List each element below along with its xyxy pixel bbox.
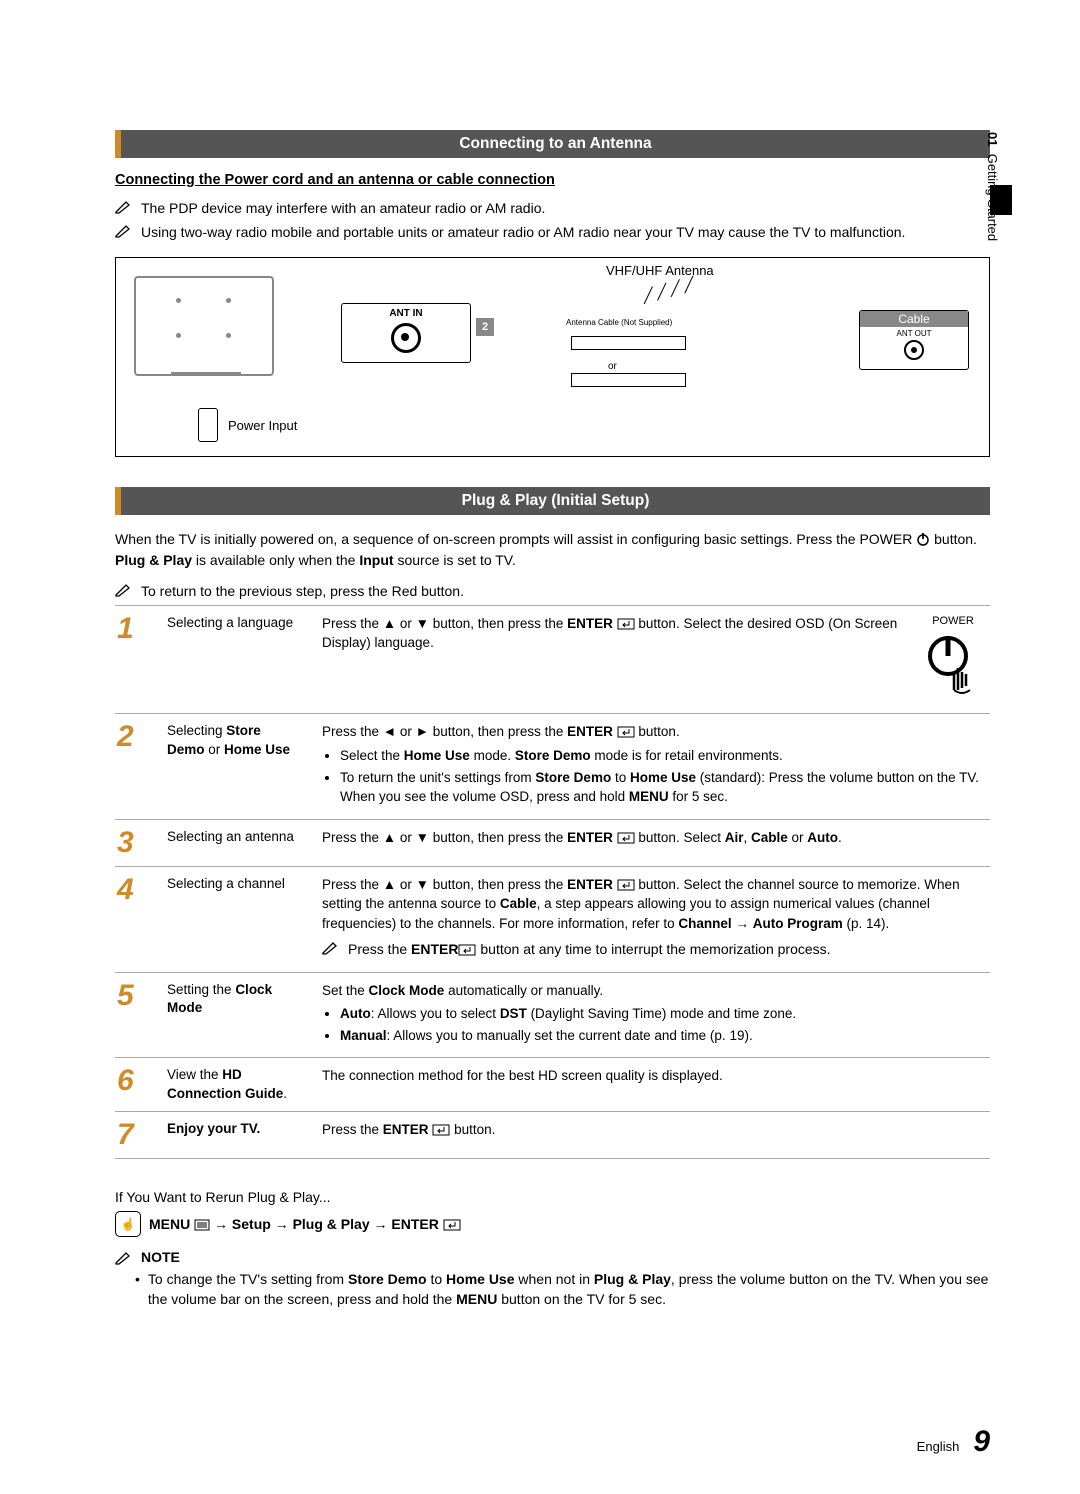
step-number: 6 [117,1066,147,1096]
step-title: View the HD Connection Guide. [167,1066,302,1102]
connector-icon [571,373,686,387]
cable-box: Cable ANT OUT [859,310,969,370]
enter-icon [617,832,635,844]
enter-icon [443,1219,461,1231]
note-text: Using two-way radio mobile and portable … [141,222,905,242]
note-heading: NOTE [115,1249,990,1265]
note-bullet: • To change the TV's setting from Store … [135,1269,990,1310]
cable-label: Cable [860,311,968,327]
step-number: 5 [117,981,147,1011]
section-heading-plug-play: Plug & Play (Initial Setup) [115,487,990,515]
menu-path: ☝ MENU → Setup → Plug & Play → ENTER [115,1211,990,1237]
menu-icon [194,1219,210,1231]
power-press-icon [918,630,988,700]
section-heading-antenna: Connecting to an Antenna [115,130,990,158]
tab-marker [990,185,1012,215]
step-body: Press the ◄ or ► button, then press the … [322,722,988,810]
step-2-marker: 2 [476,318,494,336]
step-number: 1 [117,614,147,644]
connector-icon [571,336,686,350]
pen-icon [115,224,133,238]
page-footer: English 9 [917,1425,990,1459]
power-plug-icon [198,408,218,442]
note-text: The PDP device may interfere with an ama… [141,198,545,218]
step-body: POWER Press the ▲ or ▼ button, then pres… [322,614,988,706]
ant-in-port: ANT IN [341,303,471,363]
subheading-power-antenna: Connecting the Power cord and an antenna… [115,172,990,188]
power-label: POWER [918,614,988,630]
step-title: Selecting a channel [167,875,302,893]
rerun-heading: If You Want to Rerun Plug & Play... [115,1189,990,1205]
enter-icon [617,618,635,630]
enter-icon [617,726,635,738]
step-body: Set the Clock Mode automatically or manu… [322,981,988,1050]
ant-out-label: ANT OUT [860,329,968,338]
step-body: The connection method for the best HD sc… [322,1066,988,1086]
step-4: 4 Selecting a channel Press the ▲ or ▼ b… [115,871,990,968]
step-2: 2 Selecting Store Demo or Home Use Press… [115,718,990,814]
note-interference: The PDP device may interfere with an ama… [115,198,990,218]
step-6: 6 View the HD Connection Guide. The conn… [115,1062,990,1106]
step-title: Enjoy your TV. [167,1120,302,1138]
tv-icon [134,276,274,376]
enter-icon [432,1124,450,1136]
step-number: 2 [117,722,147,752]
page-number: 9 [973,1425,990,1459]
step-title: Selecting an antenna [167,828,302,846]
vhf-label: VHF/UHF Antenna [606,263,714,278]
pen-icon [115,200,133,214]
power-input-label: Power Input [228,418,297,433]
power-icon [916,532,930,546]
remote-button-icon: ☝ [115,1211,141,1237]
step-5: 5 Setting the Clock Mode Set the Clock M… [115,977,990,1054]
step-title: Selecting Store Demo or Home Use [167,722,302,758]
antenna-cable-label: Antenna Cable (Not Supplied) [566,318,672,327]
note-text: Press the ENTER button at any time to in… [348,939,831,959]
note-text: To return to the previous step, press th… [141,581,464,601]
pen-icon [115,583,133,597]
note-return: To return to the previous step, press th… [115,581,990,601]
pen-icon [322,941,340,955]
pen-icon [115,1251,133,1265]
step-number: 3 [117,828,147,858]
note-malfunction: Using two-way radio mobile and portable … [115,222,990,242]
language-label: English [917,1439,960,1454]
enter-icon [458,944,476,956]
step-title: Selecting a language [167,614,302,632]
step-body: Press the ▲ or ▼ button, then press the … [322,828,988,848]
connection-diagram: Power Input ANT IN 2 VHF/UHF Antenna ⟋⟋⟋… [115,257,990,457]
step-3: 3 Selecting an antenna Press the ▲ or ▼ … [115,824,990,862]
step-title: Setting the Clock Mode [167,981,302,1017]
power-button-diagram: POWER [918,614,988,706]
document-page: 01 Getting Started Connecting to an Ante… [0,0,1080,1494]
ant-in-label: ANT IN [342,308,470,319]
step-body: Press the ENTER button. [322,1120,988,1140]
step-body: Press the ▲ or ▼ button, then press the … [322,875,988,964]
step-1: 1 Selecting a language POWER Press the ▲… [115,610,990,710]
antenna-icon: ⟋⟋⟋⟋ [639,273,699,310]
intro-paragraph: When the TV is initially powered on, a s… [115,529,990,571]
step-7: 7 Enjoy your TV. Press the ENTER button. [115,1116,990,1154]
enter-icon [617,879,635,891]
step-number: 4 [117,875,147,905]
or-label: or [608,361,617,372]
step-number: 7 [117,1120,147,1150]
